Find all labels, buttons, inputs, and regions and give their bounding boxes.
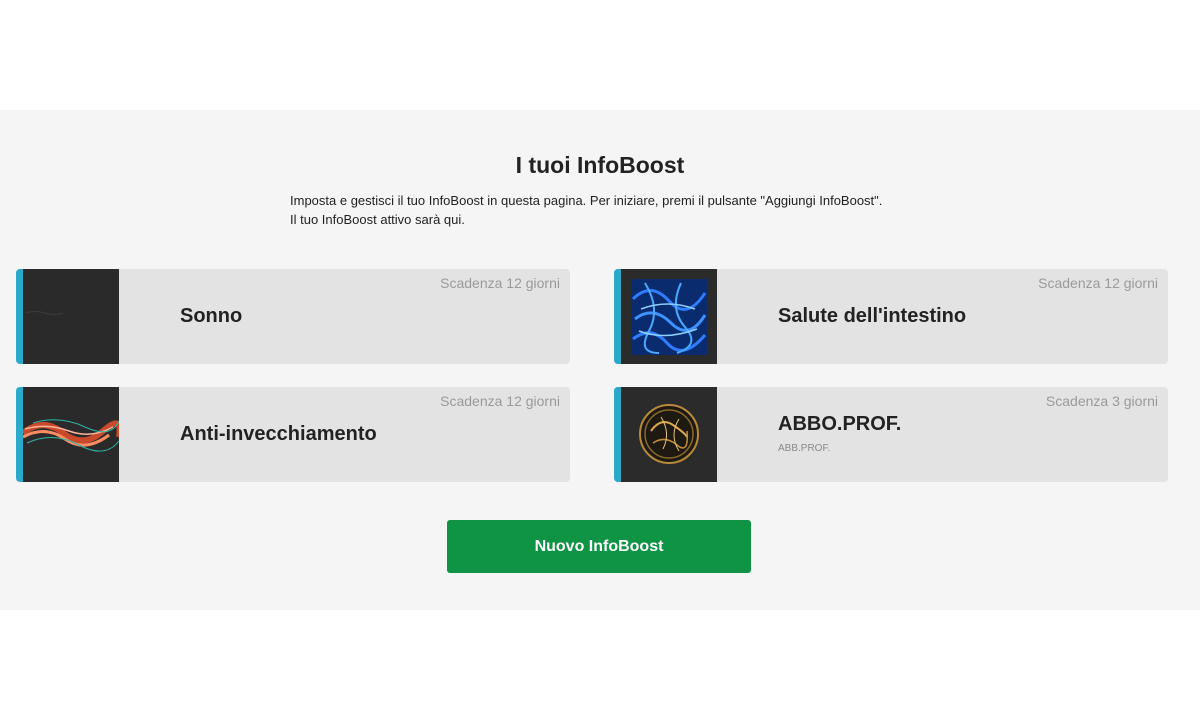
card-accent-bar: [16, 269, 23, 364]
infoboost-card-sonno[interactable]: Scadenza 12 giorni Sonno: [16, 269, 570, 364]
card-title: Anti-invecchiamento: [180, 423, 377, 445]
infoboost-card-abbo-prof[interactable]: Scadenza 3 giorni ABBO.PROF. ABB.PROF.: [614, 387, 1168, 482]
page-title: I tuoi InfoBoost: [515, 152, 685, 178]
sleep-thumbnail-icon: [23, 269, 119, 364]
card-expiry: Scadenza 12 giorni: [440, 393, 560, 409]
card-expiry: Scadenza 3 giorni: [1045, 393, 1158, 409]
card-title: Sonno: [180, 305, 243, 327]
card-accent-bar: [614, 387, 621, 482]
card-title: Salute dell'intestino: [778, 305, 967, 327]
new-infoboost-button[interactable]: Nuovo InfoBoost: [447, 520, 751, 573]
description-line-1: Imposta e gestisci il tuo InfoBoost in q…: [290, 193, 883, 208]
card-expiry: Scadenza 12 giorni: [1038, 275, 1158, 291]
card-expiry: Scadenza 12 giorni: [440, 275, 560, 291]
infoboost-card-salute-intestino[interactable]: Scadenza 12 giorni Salute dell'intestino: [614, 269, 1168, 364]
card-title: ABBO.PROF.: [778, 413, 902, 435]
page-description: Imposta e gestisci il tuo InfoBoost in q…: [290, 191, 950, 229]
description-line-2: Il tuo InfoBoost attivo sarà qui.: [290, 212, 465, 227]
infoboost-card-anti-invecchiamento[interactable]: Scadenza 12 giorni Anti-invecchiamento: [16, 387, 570, 482]
card-accent-bar: [16, 387, 23, 482]
red-wave-thumbnail-icon: [23, 387, 119, 482]
gold-sphere-thumbnail-icon: [621, 387, 717, 482]
blue-energy-thumbnail-icon: [621, 269, 717, 364]
card-accent-bar: [614, 269, 621, 364]
card-subtitle: ABB.PROF.: [778, 443, 831, 454]
